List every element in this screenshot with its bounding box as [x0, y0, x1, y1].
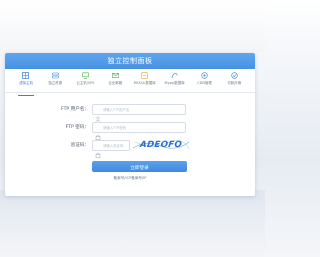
monitor-icon [82, 72, 89, 79]
captcha-text: ADEOFO [139, 140, 183, 150]
captcha-label: 验证码： [70, 143, 89, 148]
background-top [0, 0, 265, 52]
mssql-icon [141, 72, 149, 79]
background-bottom [0, 190, 265, 257]
server-grid-icon [22, 72, 30, 79]
tab-label: CDN管理 [197, 81, 212, 85]
tab-cloud-vps[interactable]: 云主机/VPS [71, 72, 101, 92]
tab-label: 虚拟主机 [19, 81, 33, 85]
control-panel-card: 独立控制面板 虚拟主机 独立资源 云主机/VPS 企业邮箱 MSSQL数据库 M… [5, 53, 255, 196]
tab-enterprise-mail[interactable]: 企业邮箱 [100, 72, 130, 92]
tab-storage[interactable]: 付款存储 [219, 72, 249, 92]
captcha-placeholder: 请输入验证码 [103, 144, 124, 148]
lock-icon [95, 125, 101, 140]
tab-cdn[interactable]: CDN管理 [190, 72, 220, 92]
tab-mysql[interactable]: Mysql数据库 [160, 72, 190, 92]
storage-icon [231, 72, 238, 79]
ftp-user-label: FTP 用户名： [61, 107, 89, 112]
cdn-icon [201, 72, 208, 79]
tab-label: 云主机/VPS [76, 81, 95, 85]
ftp-user-row: FTP 用户名： 请输入FTP用户名 [5, 104, 255, 122]
ftp-pass-placeholder: 请输入FTP密码 [103, 126, 126, 130]
tab-label: 独立资源 [48, 81, 63, 85]
tab-mssql[interactable]: MSSQL数据库 [130, 72, 160, 92]
panel-title: 独立控制面板 [5, 53, 255, 69]
tab-label: 企业邮箱 [108, 81, 122, 85]
login-button[interactable]: 立即登录 [92, 161, 187, 172]
ftp-pass-row: FTP 密码： 请输入FTP密码 [5, 122, 255, 140]
captcha-input[interactable]: 请输入验证码 [92, 140, 130, 158]
mysql-icon [171, 72, 178, 79]
database-icon [52, 72, 59, 79]
ftp-user-input[interactable]: 请输入FTP用户名 [92, 104, 186, 122]
captcha-image[interactable]: ADEOFO [131, 137, 191, 153]
service-tabs: 虚拟主机 独立资源 云主机/VPS 企业邮箱 MSSQL数据库 Mysql数据库… [5, 69, 255, 96]
mail-icon [111, 72, 119, 79]
footer-note: 备案号/ICP备案号/IP [113, 176, 147, 180]
ftp-user-placeholder: 请输入FTP用户名 [103, 108, 130, 112]
tab-label: MSSQL数据库 [133, 81, 156, 85]
tab-virtual-host[interactable]: 虚拟主机 [11, 72, 41, 96]
captcha-row: 验证码： 请输入验证码 ADEOFO [5, 137, 255, 158]
login-button-row: 立即登录 [5, 161, 255, 173]
tab-dedicated-resource[interactable]: 独立资源 [41, 72, 71, 92]
ftp-pass-label: FTP 密码： [65, 125, 89, 130]
tab-label: Mysql数据库 [164, 81, 185, 85]
user-icon [95, 107, 101, 122]
tab-label: 付款存储 [227, 81, 241, 85]
key-icon [95, 143, 101, 158]
ftp-pass-input[interactable]: 请输入FTP密码 [92, 122, 186, 140]
